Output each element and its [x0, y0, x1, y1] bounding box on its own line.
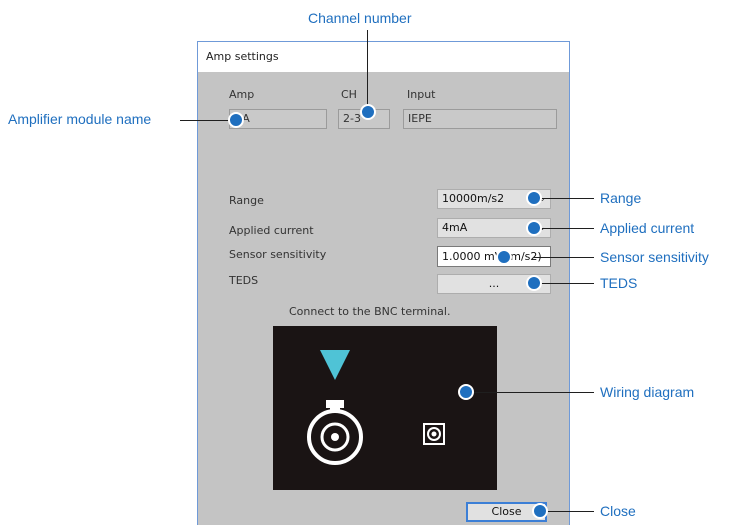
input-field: IEPE: [403, 109, 557, 129]
callout-range: Range: [600, 190, 642, 206]
callout-close: Close: [600, 503, 636, 519]
callout-line-teds: [534, 283, 594, 284]
callout-applied-current: Applied current: [600, 220, 695, 236]
callout-line-close: [540, 511, 594, 512]
callout-dot-current: [526, 220, 542, 236]
callout-dot-sensitivity: [496, 249, 512, 265]
callout-line-range: [534, 198, 594, 199]
callout-amplifier-module-name: Amplifier module name: [8, 111, 152, 127]
ch-header: CH: [341, 88, 357, 101]
teds-label: TEDS: [229, 274, 259, 287]
amp-header: Amp: [229, 88, 255, 101]
callout-channel-number: Channel number: [308, 10, 412, 26]
connect-hint: Connect to the BNC terminal.: [289, 305, 451, 318]
callout-teds: TEDS: [600, 275, 638, 291]
wiring-diagram: [273, 326, 497, 490]
bnc-connector-icon: [307, 400, 363, 465]
amp-settings-dialog: Amp settings Amp CH Input HA 2-3 IEPE Ra…: [197, 41, 570, 525]
applied-current-value: 4mA: [442, 221, 468, 234]
callout-line-current: [534, 228, 594, 229]
callout-sensor-sensitivity: Sensor sensitivity: [600, 249, 709, 265]
callout-line-diagram: [466, 392, 594, 393]
range-label: Range: [229, 194, 264, 207]
triangle-marker-icon: [320, 350, 350, 380]
input-header: Input: [407, 88, 436, 101]
sensor-sensitivity-label: Sensor sensitivity: [229, 248, 327, 261]
applied-current-label: Applied current: [229, 224, 314, 237]
callout-wiring-diagram: Wiring diagram: [600, 384, 695, 400]
callout-dot-diagram: [458, 384, 474, 400]
callout-dot-amp: [228, 112, 244, 128]
callout-line-channel: [367, 30, 368, 106]
terminal-icon: [423, 423, 445, 445]
callout-dot-close: [532, 503, 548, 519]
callout-dot-teds: [526, 275, 542, 291]
wiring-diagram-graphic: [307, 350, 445, 465]
range-value: 10000m/s2: [442, 192, 505, 205]
callout-dot-range: [526, 190, 542, 206]
dialog-title: Amp settings: [198, 42, 569, 72]
callout-line-sensitivity: [534, 257, 594, 258]
callout-dot-channel: [360, 104, 376, 120]
